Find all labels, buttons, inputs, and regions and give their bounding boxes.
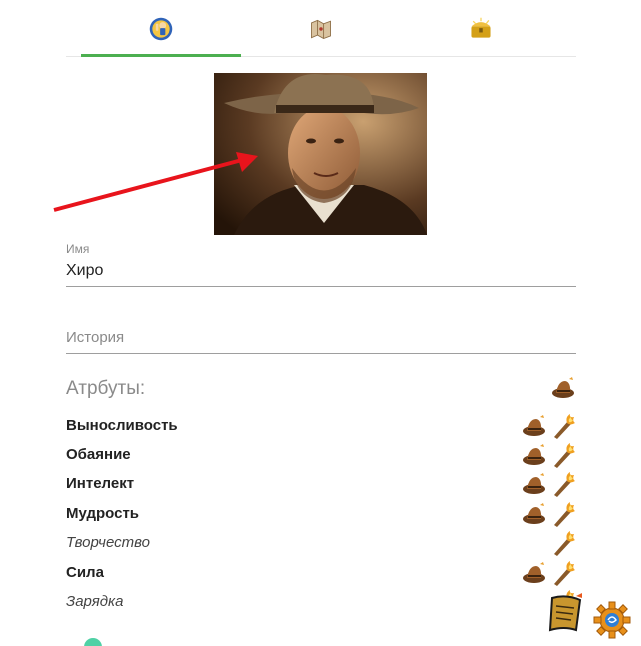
torch-item-icon[interactable] — [550, 560, 576, 586]
tab-character[interactable] — [81, 0, 241, 57]
torch-item-icon[interactable] — [550, 501, 576, 527]
attributes-header-row — [66, 375, 576, 401]
history-field-underline — [66, 353, 576, 354]
name-field-underline — [66, 286, 576, 287]
hat-item-icon[interactable] — [522, 442, 548, 468]
attribute-label: Сила — [66, 564, 104, 581]
attribute-label: Мудрость — [66, 505, 140, 522]
annotation-arrow — [53, 152, 258, 212]
name-field-input[interactable]: Хиро — [66, 262, 103, 280]
attribute-row: Творчество — [66, 530, 576, 556]
attribute-item-icons — [522, 442, 576, 468]
history-field-input[interactable]: История — [66, 329, 124, 346]
hat-item-icon[interactable] — [522, 560, 548, 586]
torch-item-icon[interactable] — [550, 413, 576, 439]
attribute-item-icons — [522, 501, 576, 527]
floating-action-button[interactable] — [84, 638, 102, 646]
gear-icon[interactable] — [592, 600, 632, 640]
attribute-label: Творчество — [66, 534, 150, 551]
attribute-item-icons — [522, 560, 576, 586]
tab-map[interactable] — [241, 0, 401, 57]
treasure-chest-icon — [471, 17, 491, 38]
torch-item-icon[interactable] — [550, 530, 576, 556]
attribute-row: Выносливость — [66, 413, 576, 439]
vault-boy-icon — [149, 17, 173, 40]
attribute-item-icons — [522, 413, 576, 439]
tab-inventory[interactable] — [401, 0, 561, 57]
attribute-item-icons — [522, 471, 576, 497]
attribute-item-icons — [550, 530, 576, 556]
attribute-label: Обаяние — [66, 446, 131, 463]
attribute-row: Обаяние — [66, 442, 576, 468]
attribute-label: Интелект — [66, 475, 135, 492]
torch-item-icon[interactable] — [550, 471, 576, 497]
torch-item-icon[interactable] — [550, 442, 576, 468]
attribute-row: Мудрость — [66, 501, 576, 527]
hat-item-icon[interactable] — [522, 471, 548, 497]
map-icon — [311, 19, 331, 39]
active-tab-indicator — [81, 54, 241, 57]
scroll-icon[interactable] — [546, 592, 586, 636]
top-tab-bar — [66, 0, 576, 57]
add-item-icon[interactable] — [550, 375, 576, 401]
attribute-label: Выносливость — [66, 417, 178, 434]
attribute-label: Зарядка — [66, 593, 124, 610]
attribute-row: Интелект — [66, 471, 576, 497]
name-field-label: Имя — [66, 242, 90, 256]
attribute-row: Сила — [66, 560, 576, 586]
hat-item-icon[interactable] — [522, 501, 548, 527]
hat-item-icon[interactable] — [522, 413, 548, 439]
attribute-row: Зарядка — [66, 589, 576, 615]
